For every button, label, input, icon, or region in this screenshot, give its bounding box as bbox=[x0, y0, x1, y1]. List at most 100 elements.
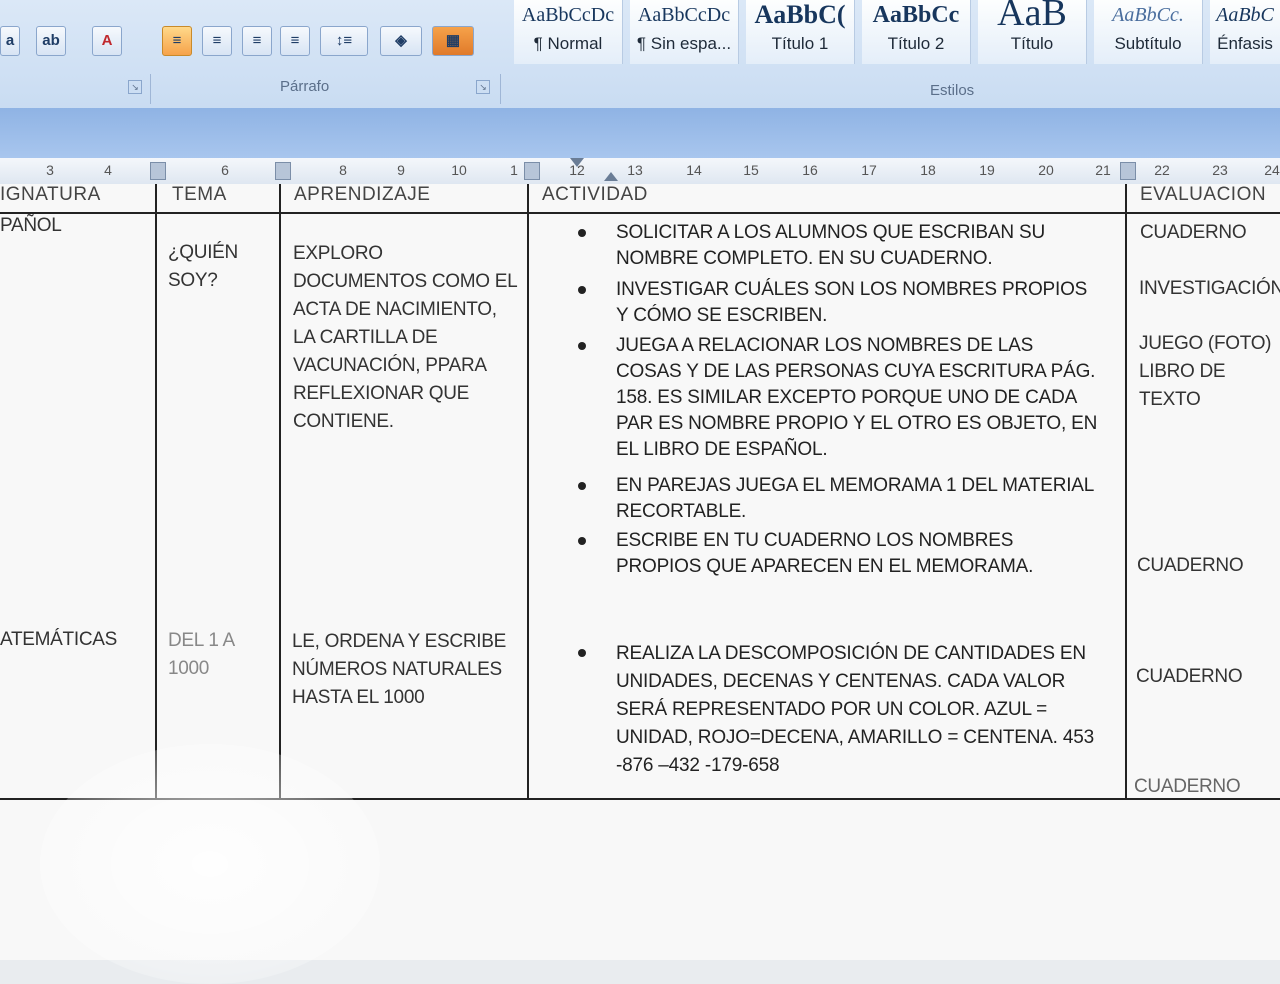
cell-asignatura: ATEMÁTICAS bbox=[0, 629, 117, 650]
shading-button[interactable]: ◈ bbox=[380, 26, 422, 56]
activity-text: JUEGA A RELACIONAR LOS NOMBRES DE LAS CO… bbox=[616, 335, 1098, 460]
cell-evaluacion: CUADERNO bbox=[1140, 222, 1247, 243]
first-line-indent-icon[interactable] bbox=[570, 158, 584, 167]
table-column-border bbox=[279, 184, 281, 800]
bullet-icon bbox=[578, 537, 586, 545]
style-title[interactable]: AaB Título bbox=[978, 0, 1087, 64]
hanging-indent-icon[interactable] bbox=[604, 172, 618, 181]
header-asignatura: IGNATURA bbox=[0, 184, 101, 205]
cell-evaluacion: LIBRO DE TEXTO bbox=[1139, 361, 1226, 410]
bullet-icon bbox=[578, 649, 586, 657]
ruler-tick: 13 bbox=[627, 162, 643, 178]
ruler-tick: 3 bbox=[46, 162, 54, 178]
ribbon-separator bbox=[500, 74, 501, 104]
cell-aprendizaje: EXPLORO DOCUMENTOS COMO EL ACTA DE NACIM… bbox=[293, 243, 517, 432]
style-no-spacing[interactable]: AaBbCcDc ¶ Sin espa... bbox=[630, 0, 739, 64]
style-normal[interactable]: AaBbCcDc ¶ Normal bbox=[514, 0, 623, 64]
style-preview: AaB bbox=[997, 0, 1067, 34]
ruler-tick: 9 bbox=[397, 162, 405, 178]
ruler-tick: 6 bbox=[221, 162, 229, 178]
line-spacing-button[interactable]: ↕≡ bbox=[320, 26, 368, 56]
table-row-border bbox=[0, 212, 1280, 214]
styles-gallery: AaBbCcDc ¶ Normal AaBbCcDc ¶ Sin espa...… bbox=[510, 0, 1280, 70]
ruler-tick: 21 bbox=[1095, 162, 1111, 178]
style-name: Subtítulo bbox=[1114, 34, 1182, 53]
ruler-tick: 14 bbox=[686, 162, 702, 178]
list-item: INVESTIGAR CUÁLES SON LOS NOMBRES PROPIO… bbox=[578, 277, 1098, 329]
document-page[interactable]: IGNATURA TEMA APRENDIZAJE ACTIVIDAD EVAL… bbox=[0, 184, 1280, 984]
header-aprendizaje: APRENDIZAJE bbox=[294, 184, 431, 205]
align-center-button[interactable]: ≡ bbox=[202, 26, 232, 56]
paragraph-dialog-launcher-icon[interactable]: ↘ bbox=[476, 80, 490, 94]
font-color-button[interactable]: A bbox=[92, 26, 122, 56]
ruler-tick: 15 bbox=[743, 162, 759, 178]
paragraph-group: a ab A ≡ ≡ ≡ ≡ ↕≡ ◈ ▦ bbox=[0, 14, 500, 74]
list-item: ESCRIBE EN TU CUADERNO LOS NOMBRES PROPI… bbox=[578, 528, 1098, 580]
align-right-button[interactable]: ≡ bbox=[242, 26, 272, 56]
column-marker-icon[interactable] bbox=[1120, 162, 1136, 180]
ruler-tick: 20 bbox=[1038, 162, 1054, 178]
header-tema: TEMA bbox=[172, 184, 227, 205]
activity-text: ESCRIBE EN TU CUADERNO LOS NOMBRES PROPI… bbox=[616, 530, 1034, 577]
activity-text: REALIZA LA DESCOMPOSICIÓN DE CANTIDADES … bbox=[616, 643, 1094, 776]
style-preview: AaBbCc bbox=[872, 2, 960, 28]
style-name: Título bbox=[1010, 34, 1054, 53]
style-heading-1[interactable]: AaBbC( Título 1 bbox=[746, 0, 855, 64]
ruler-tick: 22 bbox=[1154, 162, 1170, 178]
style-heading-2[interactable]: AaBbCc Título 2 bbox=[862, 0, 971, 64]
column-marker-icon[interactable] bbox=[150, 162, 166, 180]
style-emphasis[interactable]: AaBbC Énfasis bbox=[1210, 0, 1280, 64]
cell-asignatura: PAÑOL bbox=[0, 215, 62, 236]
ruler-tick: 19 bbox=[979, 162, 995, 178]
clear-format-button[interactable]: a bbox=[0, 26, 20, 56]
bullet-icon bbox=[578, 229, 586, 237]
table-column-border bbox=[1125, 184, 1127, 800]
ribbon: a ab A ≡ ≡ ≡ ≡ ↕≡ ◈ ▦ Párrafo ↘ ↘ AaBbCc… bbox=[0, 0, 1280, 108]
cell-evaluacion: CUADERNO bbox=[1134, 776, 1241, 797]
style-preview: AaBbCcDc bbox=[637, 4, 731, 26]
style-subtitle[interactable]: AaBbCc. Subtítulo bbox=[1094, 0, 1203, 64]
ruler-tick: 8 bbox=[339, 162, 347, 178]
ruler-tick: 4 bbox=[104, 162, 112, 178]
justify-button[interactable]: ≡ bbox=[280, 26, 310, 56]
table-row-border bbox=[0, 798, 1280, 800]
column-marker-icon[interactable] bbox=[275, 162, 291, 180]
bullet-icon bbox=[578, 342, 586, 350]
font-dialog-launcher-icon[interactable]: ↘ bbox=[128, 80, 142, 94]
styles-group-label: Estilos bbox=[930, 82, 975, 99]
style-preview: AaBbC( bbox=[754, 0, 846, 29]
highlight-color-button[interactable]: ab bbox=[36, 26, 66, 56]
header-actividad: ACTIVIDAD bbox=[542, 184, 648, 205]
style-name: Título 2 bbox=[887, 34, 945, 53]
cell-evaluacion: CUADERNO bbox=[1136, 666, 1243, 687]
ruler-tick: 18 bbox=[920, 162, 936, 178]
cell-aprendizaje: LE, ORDENA Y ESCRIBE NÚMEROS NATURALES H… bbox=[292, 631, 506, 708]
align-left-button[interactable]: ≡ bbox=[162, 26, 192, 56]
ruler-tick: 24 bbox=[1264, 162, 1280, 178]
column-marker-icon[interactable] bbox=[524, 162, 540, 180]
ruler-tick: 23 bbox=[1212, 162, 1228, 178]
activity-text: INVESTIGAR CUÁLES SON LOS NOMBRES PROPIO… bbox=[616, 279, 1088, 326]
style-preview: AaBbCc. bbox=[1112, 4, 1184, 26]
horizontal-ruler[interactable]: 3 4 6 8 9 10 1 12 13 14 15 16 17 18 19 2… bbox=[0, 158, 1280, 185]
cell-tema: ¿QUIÉN SOY? bbox=[168, 242, 238, 291]
borders-button[interactable]: ▦ bbox=[432, 26, 474, 56]
list-item: JUEGA A RELACIONAR LOS NOMBRES DE LAS CO… bbox=[578, 333, 1098, 463]
ribbon-bottom-band bbox=[0, 108, 1280, 158]
ruler-tick: 10 bbox=[451, 162, 467, 178]
cell-evaluacion: CUADERNO bbox=[1137, 555, 1244, 576]
ruler-tick: 1 bbox=[510, 162, 518, 178]
list-item: REALIZA LA DESCOMPOSICIÓN DE CANTIDADES … bbox=[578, 640, 1098, 780]
style-name: ¶ Sin espa... bbox=[636, 34, 732, 53]
list-item: EN PAREJAS JUEGA EL MEMORAMA 1 DEL MATER… bbox=[578, 473, 1098, 525]
cell-evaluacion: INVESTIGACIÓN bbox=[1139, 278, 1280, 299]
style-name: Título 1 bbox=[771, 34, 829, 53]
paragraph-group-label: Párrafo bbox=[280, 78, 330, 95]
screen-glare bbox=[40, 744, 380, 984]
cell-evaluacion: JUEGO (FOTO) bbox=[1139, 333, 1272, 354]
activity-text: SOLICITAR A LOS ALUMNOS QUE ESCRIBAN SU … bbox=[616, 222, 1045, 269]
activity-text: EN PAREJAS JUEGA EL MEMORAMA 1 DEL MATER… bbox=[616, 475, 1094, 522]
cell-tema: DEL 1 A 1000 bbox=[168, 630, 234, 679]
bullet-icon bbox=[578, 286, 586, 294]
bullet-icon bbox=[578, 482, 586, 490]
